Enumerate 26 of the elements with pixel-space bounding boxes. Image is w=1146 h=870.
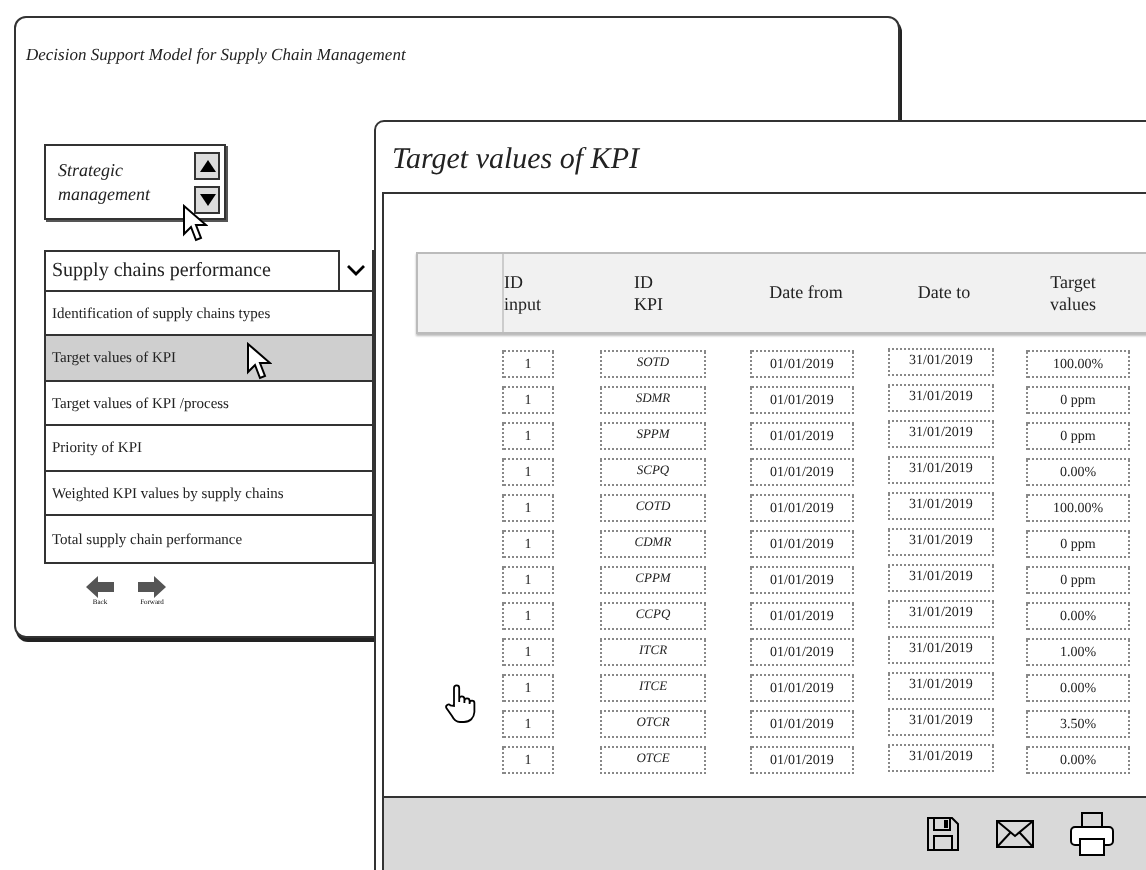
column-header: Date to xyxy=(917,280,971,306)
mail-button[interactable] xyxy=(996,820,1034,848)
printer-icon xyxy=(1070,812,1114,856)
column-header: ID KPI xyxy=(634,269,666,317)
triangle-up-icon xyxy=(199,159,215,172)
spin-up-button[interactable] xyxy=(194,151,220,180)
column-header: Target values xyxy=(1048,269,1098,317)
window-title: Target values of KPI xyxy=(392,142,642,180)
right-arrow-icon xyxy=(138,575,166,598)
printer-button[interactable] xyxy=(1070,812,1114,856)
column-header: ID input xyxy=(504,269,544,318)
triangle-down-icon xyxy=(199,193,215,206)
save-icon xyxy=(926,816,960,852)
spin-down-button[interactable] xyxy=(194,185,220,214)
save-button[interactable] xyxy=(926,816,960,852)
pointer-icon xyxy=(246,341,272,380)
column-header: Date from xyxy=(769,280,843,306)
chevron-down-icon xyxy=(346,264,366,277)
dropdown-field[interactable]: Supply chains performance xyxy=(46,251,372,292)
pointer-icon xyxy=(182,203,208,242)
mail-icon xyxy=(996,820,1034,848)
window-title: Decision Support Model for Supply Chain Management xyxy=(26,42,408,68)
hand-cursor-icon xyxy=(444,684,476,725)
spinner-field[interactable]: Strategic management xyxy=(44,143,226,220)
dropdown-caret-button[interactable] xyxy=(338,250,372,291)
left-arrow-icon xyxy=(86,575,114,598)
